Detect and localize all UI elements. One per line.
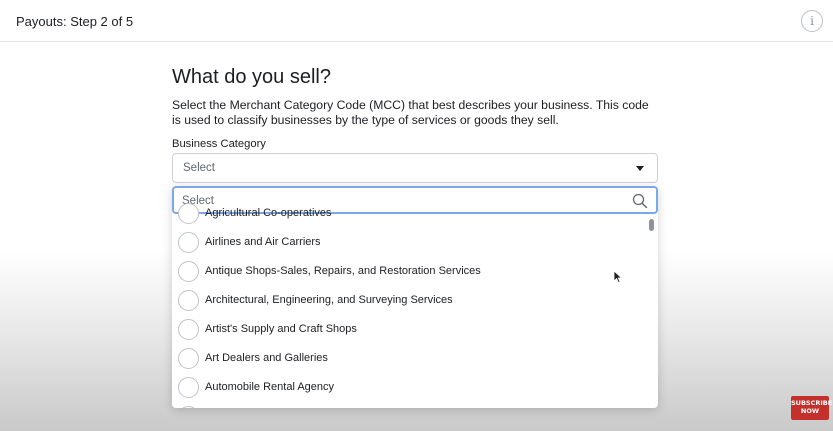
radio-button[interactable]	[178, 203, 199, 224]
list-item-label: Airlines and Air Carriers	[205, 236, 321, 248]
main-content: What do you sell? Select the Merchant Ca…	[172, 66, 658, 128]
list-item[interactable]: Agricultural Co-operatives	[172, 199, 642, 228]
list-item-label: Agricultural Co-operatives	[205, 207, 332, 219]
list-item[interactable]: Artist's Supply and Craft Shops	[172, 315, 642, 344]
category-list: Agricultural Co-operatives Airlines and …	[172, 203, 642, 408]
radio-button[interactable]	[178, 290, 199, 311]
page-description: Select the Merchant Category Code (MCC) …	[172, 98, 649, 127]
mouse-cursor-icon	[613, 270, 623, 284]
list-item[interactable]: Art Dealers and Galleries	[172, 344, 642, 373]
list-item[interactable]	[172, 402, 642, 408]
radio-button[interactable]	[178, 348, 199, 369]
list-item-label: Art Dealers and Galleries	[205, 352, 328, 364]
select-value: Select	[183, 162, 215, 174]
list-item-label: Automobile Rental Agency	[205, 381, 335, 393]
top-bar: Payouts: Step 2 of 5 i	[0, 0, 833, 42]
list-item[interactable]: Architectural, Engineering, and Surveyin…	[172, 286, 642, 315]
radio-button[interactable]	[178, 232, 199, 253]
caret-down-icon	[636, 166, 644, 171]
category-dropdown: Agricultural Co-operatives Airlines and …	[172, 186, 658, 408]
radio-button[interactable]	[178, 319, 199, 340]
subscribe-now-text: NOW	[800, 406, 820, 415]
business-category-label: Business Category	[172, 138, 266, 150]
radio-button[interactable]	[178, 377, 199, 398]
info-icon[interactable]: i	[801, 10, 823, 32]
list-item-label: Architectural, Engineering, and Surveyin…	[205, 294, 453, 306]
list-item[interactable]: Antique Shops-Sales, Repairs, and Restor…	[172, 257, 642, 286]
list-item[interactable]: Automobile Rental Agency	[172, 373, 642, 402]
list-item[interactable]: Airlines and Air Carriers	[172, 228, 642, 257]
scrollbar[interactable]	[646, 216, 656, 406]
subscribe-badge[interactable]: SUBSCRIBE NOW	[791, 396, 832, 420]
page-title: What do you sell?	[172, 66, 331, 88]
business-category-select[interactable]: Select	[172, 153, 658, 183]
scrollbar-thumb[interactable]	[649, 219, 654, 231]
list-item-label: Artist's Supply and Craft Shops	[205, 323, 357, 335]
radio-button[interactable]	[178, 406, 199, 408]
list-item-label: Antique Shops-Sales, Repairs, and Restor…	[205, 265, 481, 277]
step-title: Payouts: Step 2 of 5	[16, 14, 134, 29]
radio-button[interactable]	[178, 261, 199, 282]
